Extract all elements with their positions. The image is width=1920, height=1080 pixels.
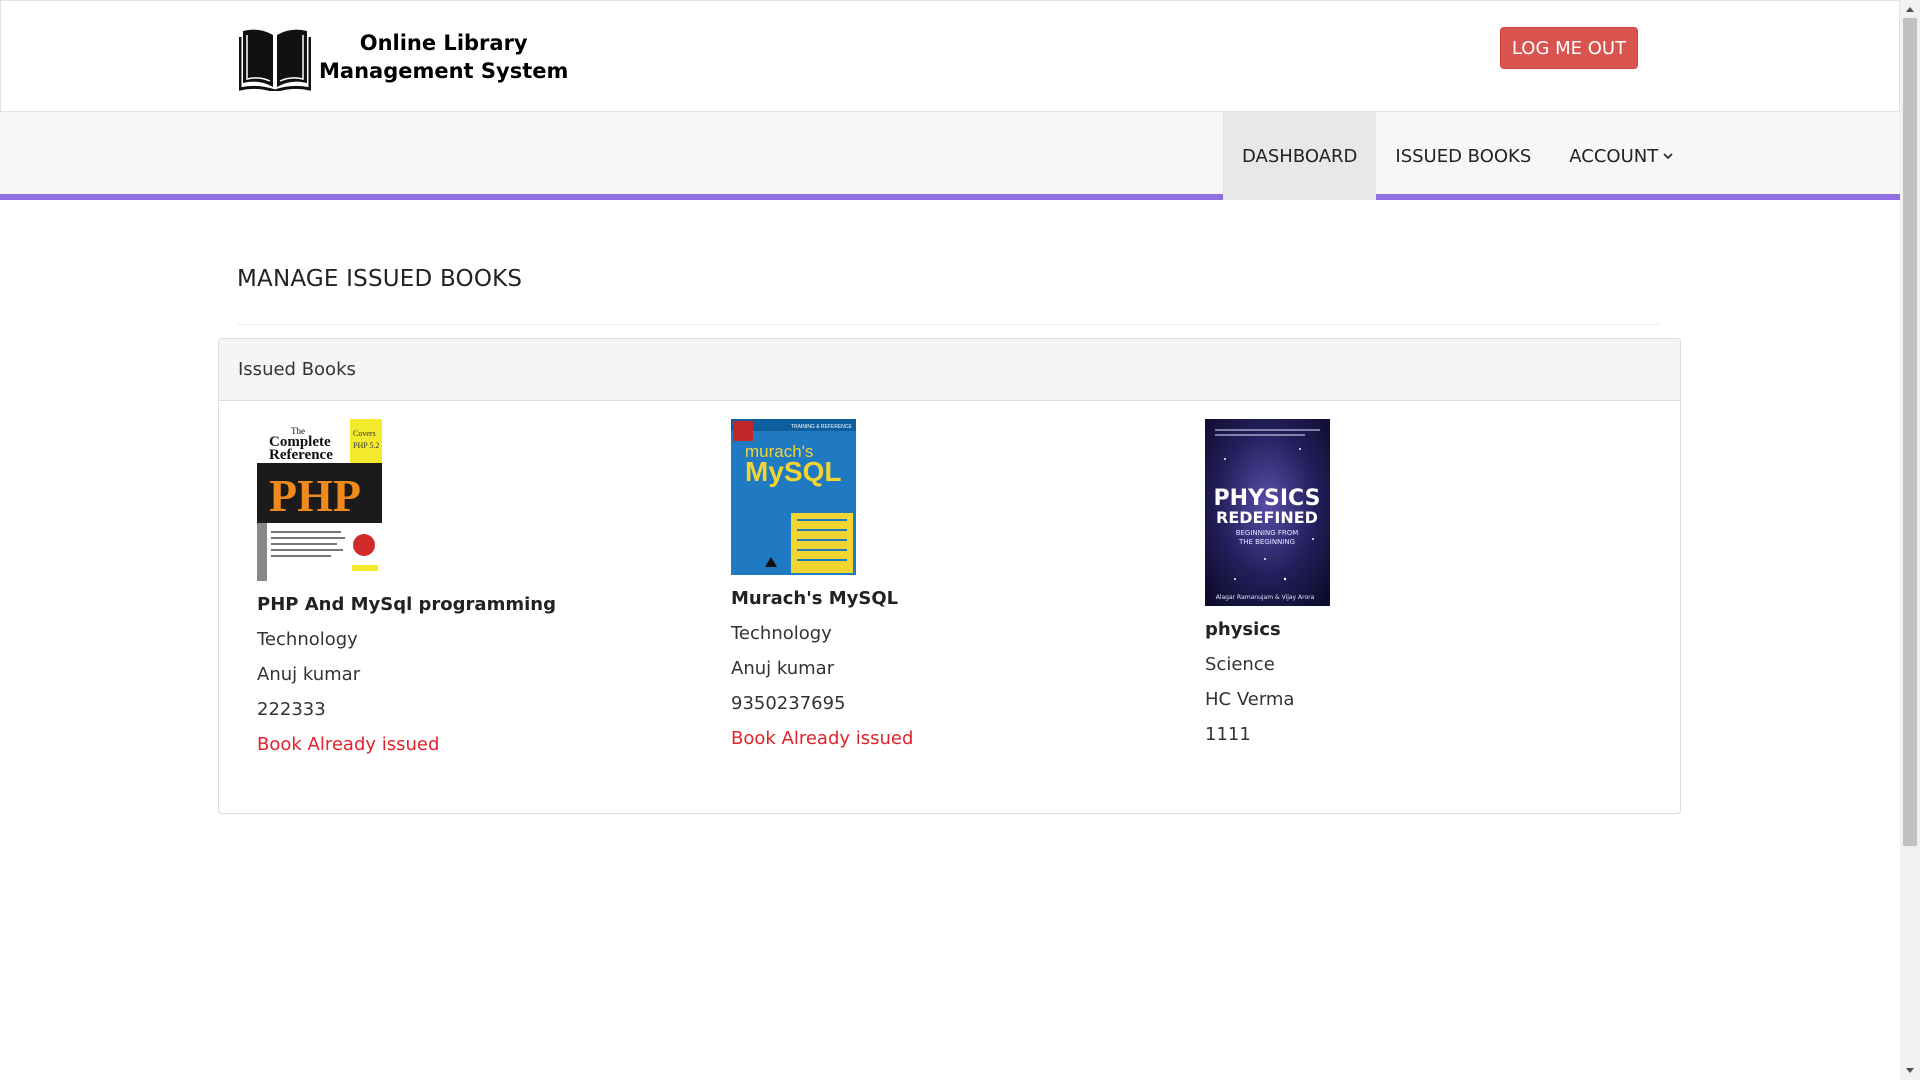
nav-item-label: DASHBOARD: [1242, 145, 1358, 167]
nav-item-issued-books[interactable]: ISSUED BOOKS: [1376, 112, 1550, 200]
cover-text: PHP 5.2: [353, 441, 379, 450]
site-logo[interactable]: Online Library Management System: [239, 23, 568, 91]
book-category: Technology: [731, 623, 832, 644]
book-isbn: 1111: [1205, 724, 1251, 745]
cover-text: TRAINING & REFERENCE: [791, 424, 853, 430]
logo-line-1: Online Library: [359, 31, 528, 55]
cover-text: Covers: [353, 429, 376, 438]
book-card: TRAINING & REFERENCE murach's MySQL Mura…: [731, 419, 913, 756]
book-card: PHYSICS REDEFINED BEGINNING FROM THE BEG…: [1205, 419, 1330, 752]
book-author: Anuj kumar: [731, 658, 835, 679]
book-card: The Complete Reference Covers PHP 5.2 PH…: [257, 419, 556, 762]
book-status: Book Already issued: [731, 728, 914, 749]
main-navbar: DASHBOARD ISSUED BOOKS ACCOUNT: [0, 112, 1900, 200]
book-category: Science: [1205, 654, 1275, 675]
book-title: Murach's MySQL: [731, 588, 899, 609]
nav-item-label: ACCOUNT: [1569, 145, 1659, 167]
book-logo-icon: [239, 29, 311, 91]
cover-text: MySQL: [745, 456, 841, 487]
panel-heading: Issued Books: [219, 339, 1680, 401]
book-title: physics: [1205, 619, 1281, 640]
book-author: HC Verma: [1205, 689, 1295, 710]
book-title: PHP And MySql programming: [257, 594, 556, 615]
title-divider: [237, 324, 1661, 325]
cover-text: PHP: [269, 470, 361, 521]
site-header: Online Library Management System LOG ME …: [0, 0, 1900, 112]
cover-text: REDEFINED: [1216, 508, 1318, 527]
nav-item-dashboard[interactable]: DASHBOARD: [1223, 112, 1377, 200]
cover-text: Reference: [269, 447, 333, 463]
scrollbar-thumb[interactable]: [1903, 18, 1917, 846]
book-isbn: 9350237695: [731, 693, 846, 714]
book-cover-php[interactable]: The Complete Reference Covers PHP 5.2 PH…: [257, 419, 382, 581]
book-isbn: 222333: [257, 699, 326, 720]
scroll-up-arrow-icon[interactable]: [1900, 0, 1920, 18]
cover-text: BEGINNING FROM: [1236, 529, 1299, 537]
book-author: Anuj kumar: [257, 664, 361, 685]
logout-button[interactable]: LOG ME OUT: [1500, 27, 1638, 69]
cover-text: THE BEGINNING: [1238, 538, 1295, 546]
nav-item-label: ISSUED BOOKS: [1395, 145, 1532, 167]
nav-menu: DASHBOARD ISSUED BOOKS ACCOUNT: [1223, 112, 1692, 200]
book-cover-mysql[interactable]: TRAINING & REFERENCE murach's MySQL: [731, 419, 856, 575]
book-category: Technology: [257, 629, 358, 650]
cover-text: Alagar Ramanujam & Vijay Arora: [1216, 594, 1315, 601]
logo-text: Online Library Management System: [319, 29, 568, 85]
page-title: MANAGE ISSUED BOOKS: [237, 266, 523, 292]
book-cover-physics[interactable]: PHYSICS REDEFINED BEGINNING FROM THE BEG…: [1205, 419, 1330, 606]
chevron-down-icon: [1663, 153, 1673, 160]
vertical-scrollbar[interactable]: [1900, 0, 1920, 1080]
book-status: Book Already issued: [257, 734, 440, 755]
issued-books-panel: Issued Books The Complete Reference Cove…: [218, 338, 1681, 814]
logo-line-2: Management System: [319, 59, 569, 83]
scroll-down-arrow-icon[interactable]: [1900, 1062, 1920, 1080]
nav-item-account[interactable]: ACCOUNT: [1550, 112, 1692, 200]
